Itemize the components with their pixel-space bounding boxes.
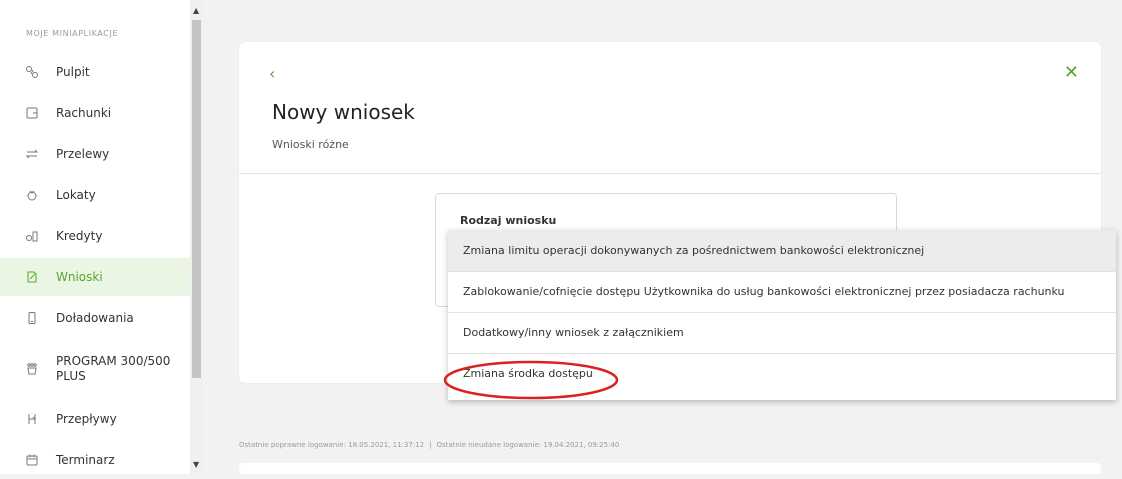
scroll-thumb[interactable] bbox=[192, 20, 201, 378]
sidebar-scrollbar[interactable]: ▲ ▼ bbox=[190, 0, 203, 474]
sidebar-header: MOJE MINIAPLIKACJE bbox=[26, 29, 119, 38]
cashflow-icon bbox=[25, 412, 39, 426]
deposits-icon bbox=[25, 188, 39, 202]
sidebar-item-label: PROGRAM 300/500 PLUS bbox=[56, 354, 171, 383]
dropdown-option-label: Zmiana limitu operacji dokonywanych za p… bbox=[463, 244, 925, 257]
red-circle-annotation bbox=[443, 360, 619, 400]
scroll-down-icon[interactable]: ▼ bbox=[193, 460, 199, 469]
dropdown-option[interactable]: Zmiana limitu operacji dokonywanych za p… bbox=[448, 230, 1116, 272]
applications-icon bbox=[25, 270, 39, 284]
login-info: Ostatnie poprawne logowanie: 18.05.2021,… bbox=[239, 441, 619, 449]
accounts-icon bbox=[25, 106, 39, 120]
dropdown-option-label: Dodatkowy/inny wniosek z załącznikiem bbox=[463, 326, 684, 339]
bottom-card bbox=[239, 463, 1101, 474]
sidebar-item-label: Terminarz bbox=[56, 452, 115, 467]
program-icon bbox=[25, 362, 39, 376]
footer-separator: | bbox=[429, 441, 432, 449]
transfers-icon bbox=[25, 147, 39, 161]
sidebar-item-kredyty[interactable]: Kredyty bbox=[0, 217, 190, 255]
sidebar-item-label: Lokaty bbox=[56, 187, 96, 202]
sidebar-item-lokaty[interactable]: Lokaty bbox=[0, 176, 190, 214]
calendar-icon bbox=[25, 453, 39, 467]
close-icon[interactable]: ✕ bbox=[1064, 62, 1079, 83]
sidebar-item-label: Doładowania bbox=[56, 310, 134, 325]
topup-icon bbox=[25, 311, 39, 325]
last-failed-login: Ostatnie nieudane logowanie: 19.04.2021,… bbox=[436, 441, 620, 449]
sidebar-item-doladowania[interactable]: Doładowania bbox=[0, 299, 190, 337]
page-title: Nowy wniosek bbox=[272, 100, 415, 124]
divider bbox=[239, 173, 1101, 174]
sidebar-item-program[interactable]: PROGRAM 300/500 PLUS bbox=[0, 345, 190, 393]
back-chevron-icon[interactable]: ‹ bbox=[269, 64, 275, 83]
sidebar-item-label: Przepływy bbox=[56, 411, 117, 426]
sidebar-item-label: Pulpit bbox=[56, 64, 90, 79]
dashboard-icon bbox=[25, 65, 39, 79]
sidebar-item-label: Wnioski bbox=[56, 269, 103, 284]
last-login: Ostatnie poprawne logowanie: 18.05.2021,… bbox=[239, 441, 425, 449]
sidebar-item-label: Kredyty bbox=[56, 228, 103, 243]
dropdown-option[interactable]: Dodatkowy/inny wniosek z załącznikiem bbox=[448, 312, 1116, 354]
sidebar-item-label: Przelewy bbox=[56, 146, 110, 161]
sidebar: MOJE MINIAPLIKACJE Pulpit Rachunki Przel… bbox=[0, 0, 190, 474]
scroll-up-icon[interactable]: ▲ bbox=[193, 6, 199, 15]
dropdown-option[interactable]: Zablokowanie/cofnięcie dostępu Użytkowni… bbox=[448, 271, 1116, 313]
page-subtitle: Wnioski różne bbox=[272, 138, 349, 151]
sidebar-item-pulpit[interactable]: Pulpit bbox=[0, 53, 190, 91]
sidebar-item-wnioski[interactable]: Wnioski bbox=[0, 258, 190, 296]
sidebar-item-terminarz[interactable]: Terminarz bbox=[0, 441, 190, 479]
sidebar-item-przeplywy[interactable]: Przepływy bbox=[0, 400, 190, 438]
application-type-label: Rodzaj wniosku bbox=[460, 214, 557, 227]
dropdown-option-label: Zablokowanie/cofnięcie dostępu Użytkowni… bbox=[463, 285, 1065, 298]
sidebar-item-label: Rachunki bbox=[56, 105, 112, 120]
sidebar-item-przelewy[interactable]: Przelewy bbox=[0, 135, 190, 173]
loans-icon bbox=[25, 229, 39, 243]
sidebar-item-rachunki[interactable]: Rachunki bbox=[0, 94, 190, 132]
